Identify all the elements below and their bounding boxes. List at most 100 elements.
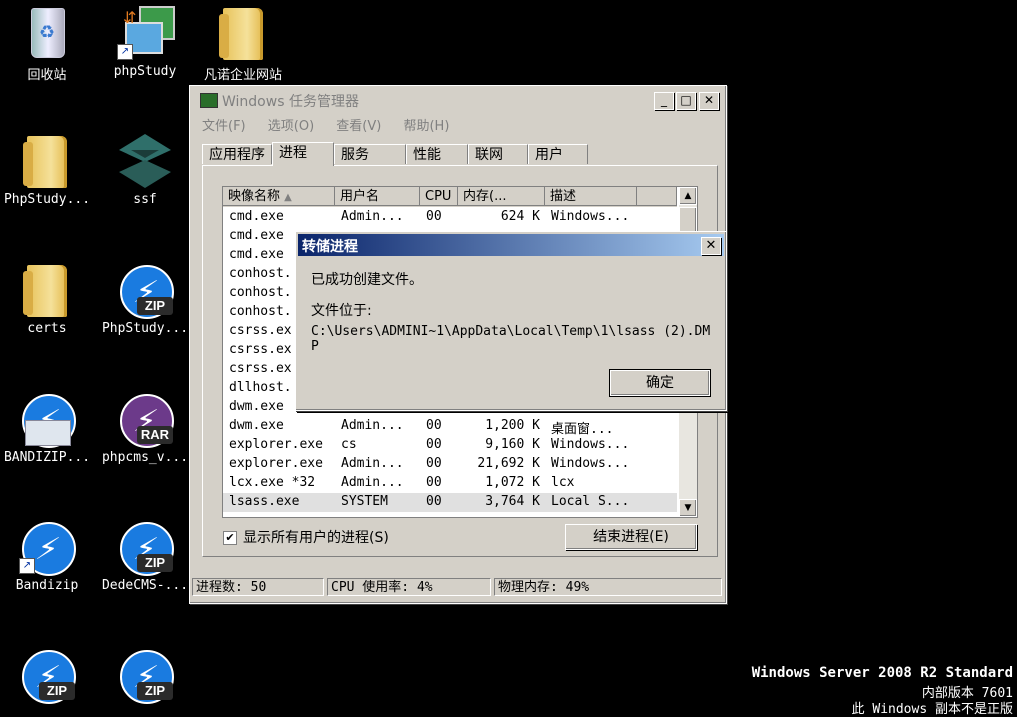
process-image-name: explorer.exe: [229, 456, 323, 471]
process-user-name: Admin...: [341, 475, 404, 490]
desktop-icon-phpstudy-zip[interactable]: ⚡ ZIP PhpStudy...: [98, 261, 192, 336]
process-image-name: explorer.exe: [229, 437, 323, 452]
tab-processes[interactable]: 进程: [272, 142, 334, 166]
sort-ascending-icon: ▲: [284, 192, 292, 203]
process-image-name: cmd.exe: [229, 209, 284, 224]
dialog-title: 转储进程: [302, 239, 358, 255]
column-image-name[interactable]: 映像名称 ▲: [223, 187, 335, 206]
process-description: Windows...: [551, 437, 630, 452]
status-physical-memory: 物理内存: 49%: [494, 578, 722, 596]
process-memory: 1,200 K: [485, 418, 540, 433]
end-process-button[interactable]: 结束进程(E): [565, 524, 697, 550]
dialog-titlebar[interactable]: 转储进程 ✕: [298, 234, 724, 256]
scroll-thumb[interactable]: [679, 207, 697, 233]
zip-archive-icon: ⚡ ZIP: [117, 261, 174, 319]
desktop-icon-bandizip-setup[interactable]: ⚡ BANDIZIP...: [0, 390, 94, 465]
desktop-icon-phpstudy[interactable]: ⇵ ↗ phpStudy: [98, 4, 192, 79]
desktop-icon-zip-2[interactable]: ⚡ ZIP: [98, 646, 192, 704]
phpstudy-icon: ⇵ ↗: [117, 4, 175, 62]
maximize-button[interactable]: □: [676, 92, 696, 110]
process-row[interactable]: dwm.exe Admin... 00 1,200 K 桌面窗...: [223, 417, 677, 437]
task-manager-titlebar[interactable]: Windows 任务管理器 _ □ ✕: [192, 88, 724, 112]
process-row[interactable]: cmd.exe Admin... 00 624 K Windows...: [223, 208, 677, 227]
recycle-bin-icon: ♻: [19, 4, 75, 62]
zip-archive-icon: ⚡ ZIP: [19, 646, 76, 704]
menu-help[interactable]: 帮助(H): [403, 119, 449, 134]
rar-archive-icon: ⚡ RAR: [117, 390, 174, 448]
show-all-users-checkbox[interactable]: ✔ 显示所有用户的进程(S): [223, 527, 389, 547]
zip-archive-icon: ⚡ ZIP: [117, 518, 174, 576]
dump-process-dialog: 转储进程 ✕ 已成功创建文件。 文件位于: C:\Users\ADMINI~1\…: [295, 231, 727, 411]
process-cpu: 00: [426, 209, 442, 224]
tab-performance[interactable]: 性能: [406, 144, 468, 164]
menu-bar: 文件(F) 选项(O) 查看(V) 帮助(H): [202, 115, 467, 134]
process-description: lcx: [551, 475, 575, 490]
status-process-count: 进程数: 50: [192, 578, 324, 596]
window-title: Windows 任务管理器: [222, 94, 359, 110]
menu-file[interactable]: 文件(F): [202, 119, 246, 134]
dialog-close-button[interactable]: ✕: [701, 237, 721, 255]
process-image-name: dwm.exe: [229, 418, 284, 433]
desktop-icon-ssf[interactable]: ssf: [98, 132, 192, 207]
process-memory: 1,072 K: [485, 475, 540, 490]
process-cpu: 00: [426, 437, 442, 452]
process-user-name: SYSTEM: [341, 494, 388, 509]
bandizip-icon: ⚡ ↗: [19, 518, 76, 576]
desktop-icon-bandizip[interactable]: ⚡ ↗ Bandizip: [0, 518, 94, 593]
task-manager-icon: [200, 93, 218, 108]
not-genuine-watermark: 此 Windows 副本不是正版: [851, 702, 1013, 717]
process-cpu: 00: [426, 456, 442, 471]
tab-applications[interactable]: 应用程序: [202, 144, 272, 164]
status-cpu-usage: CPU 使用率: 4%: [327, 578, 491, 596]
close-button[interactable]: ✕: [699, 92, 719, 110]
folder-icon: [19, 261, 75, 319]
column-cpu[interactable]: CPU: [420, 187, 458, 206]
process-row[interactable]: explorer.exe Admin... 00 21,692 K Windows...: [223, 455, 677, 474]
column-user-name[interactable]: 用户名: [335, 187, 420, 206]
desktop-icon-zip-1[interactable]: ⚡ ZIP: [0, 646, 94, 704]
scroll-up-icon[interactable]: ▲: [679, 187, 697, 205]
process-memory: 9,160 K: [485, 437, 540, 452]
menu-view[interactable]: 查看(V): [336, 119, 381, 134]
checkmark-icon: ✔: [223, 531, 237, 545]
ok-button[interactable]: 确定: [610, 370, 710, 396]
desktop-icon-certs[interactable]: certs: [0, 261, 94, 336]
process-image-name: lcx.exe *32: [229, 475, 316, 490]
tab-services[interactable]: 服务: [334, 144, 406, 164]
desktop-icon-dedecms-zip[interactable]: ⚡ ZIP DedeCMS-...: [98, 518, 192, 593]
column-description[interactable]: 描述: [545, 187, 637, 206]
status-bar: 进程数: 50 CPU 使用率: 4% 物理内存: 49%: [192, 576, 724, 598]
show-all-users-label: 显示所有用户的进程(S): [243, 530, 389, 546]
desktop-icon-phpstudy-folder[interactable]: PhpStudy...: [0, 132, 94, 207]
process-row[interactable]: lcx.exe *32 Admin... 00 1,072 K lcx: [223, 474, 677, 493]
folder-icon: [19, 132, 75, 190]
menu-options[interactable]: 选项(O): [268, 119, 314, 134]
process-memory: 624 K: [500, 209, 540, 224]
process-image-name: lsass.exe: [229, 494, 300, 509]
tab-networking[interactable]: 联网: [468, 144, 528, 164]
desktop-icon-phpcms-rar[interactable]: ⚡ RAR phpcms_v...: [98, 390, 192, 465]
shortcut-arrow-icon: ↗: [19, 558, 35, 574]
process-list-header: 映像名称 ▲ 用户名 CPU 内存(... 描述: [223, 187, 677, 207]
tab-users[interactable]: 用户: [528, 144, 588, 164]
scroll-down-icon[interactable]: ▼: [679, 499, 697, 517]
process-cpu: 00: [426, 418, 442, 433]
column-memory[interactable]: 内存(...: [458, 187, 545, 206]
desktop-icon-fannuo[interactable]: 凡诺企业网站: [196, 4, 290, 83]
process-description: Windows...: [551, 456, 630, 471]
process-cpu: 00: [426, 494, 442, 509]
desktop-icon-recycle-bin[interactable]: ♻ 回收站: [0, 4, 94, 83]
os-version-watermark: Windows Server 2008 R2 Standard: [751, 665, 1013, 681]
process-user-name: Admin...: [341, 456, 404, 471]
process-memory: 21,692 K: [477, 456, 540, 471]
process-description: Windows...: [551, 209, 630, 224]
process-memory: 3,764 K: [485, 494, 540, 509]
process-user-name: Admin...: [341, 209, 404, 224]
process-user-name: cs: [341, 437, 357, 452]
process-row[interactable]: explorer.exe cs 00 9,160 K Windows...: [223, 436, 677, 455]
process-row[interactable]: lsass.exe SYSTEM 00 3,764 K Local S...: [223, 493, 677, 512]
process-cpu: 00: [426, 475, 442, 490]
minimize-button[interactable]: _: [654, 92, 674, 110]
column-filler: [637, 187, 677, 206]
shortcut-arrow-icon: ↗: [117, 44, 133, 60]
